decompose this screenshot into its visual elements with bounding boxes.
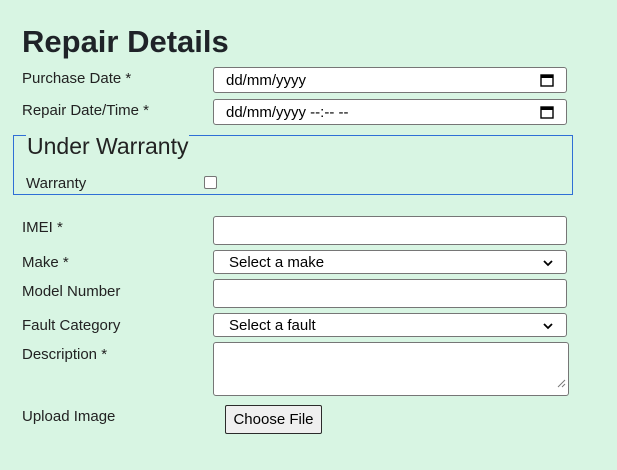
choose-file-button[interactable]: Choose File	[225, 405, 322, 434]
make-selected-value: Select a make	[229, 253, 325, 271]
purchase-date-label: Purchase Date *	[22, 70, 132, 87]
imei-label: IMEI *	[22, 219, 63, 236]
description-label: Description *	[22, 346, 108, 363]
description-textarea[interactable]	[213, 342, 569, 396]
purchase-date-placeholder: dd/mm/yyyy	[226, 71, 307, 89]
calendar-icon[interactable]	[540, 73, 554, 87]
fault-category-select[interactable]: Select a fault	[213, 313, 567, 337]
page-title: Repair Details	[22, 24, 229, 59]
warranty-checkbox[interactable]	[204, 176, 217, 189]
repair-datetime-placeholder: dd/mm/yyyy --:-- --	[226, 103, 349, 121]
model-number-label: Model Number	[22, 283, 121, 300]
purchase-date-input[interactable]: dd/mm/yyyy	[213, 67, 567, 93]
repair-datetime-input[interactable]: dd/mm/yyyy --:-- --	[213, 99, 567, 125]
make-select[interactable]: Select a make	[213, 250, 567, 274]
warranty-label: Warranty	[26, 175, 87, 192]
imei-input[interactable]	[213, 216, 567, 245]
repair-datetime-label: Repair Date/Time *	[22, 102, 149, 119]
chevron-down-icon	[542, 319, 554, 331]
chevron-down-icon	[542, 256, 554, 268]
upload-image-label: Upload Image	[22, 408, 116, 425]
fault-category-selected-value: Select a fault	[229, 316, 316, 334]
fault-category-label: Fault Category	[22, 317, 121, 334]
make-label: Make *	[22, 254, 69, 271]
resize-grip-icon[interactable]	[557, 375, 566, 393]
warranty-legend: Under Warranty	[26, 133, 190, 160]
model-number-input[interactable]	[213, 279, 567, 308]
calendar-icon[interactable]	[540, 105, 554, 119]
